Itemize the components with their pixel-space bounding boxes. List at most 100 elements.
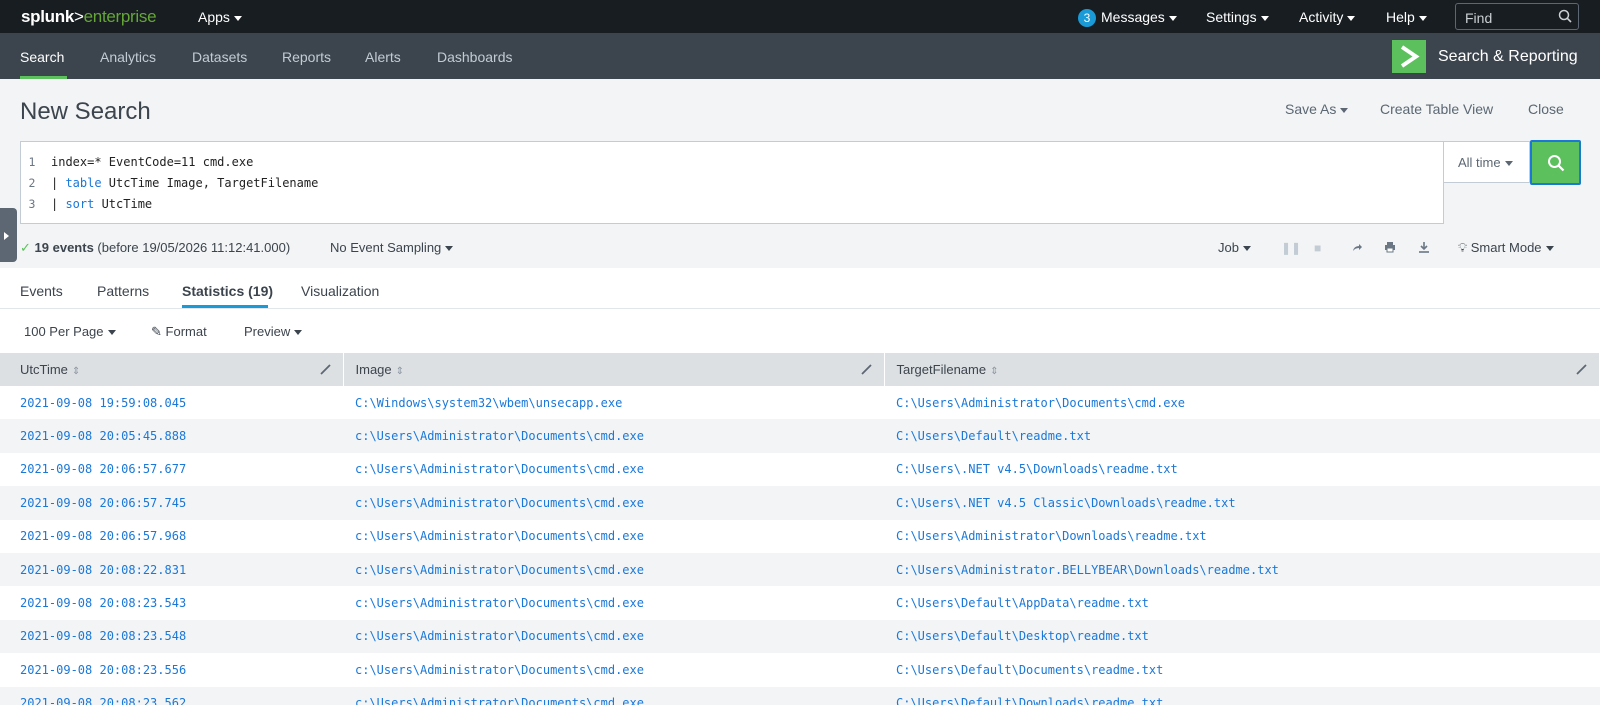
- search-button[interactable]: [1530, 140, 1581, 185]
- sort-icon[interactable]: ⇕: [990, 366, 998, 377]
- tab-visualization[interactable]: Visualization: [301, 283, 379, 299]
- column-header-targetfilename[interactable]: TargetFilename ⇕: [884, 353, 1600, 386]
- sort-icon[interactable]: ⇕: [396, 366, 404, 377]
- print-icon[interactable]: [1384, 241, 1396, 256]
- cell-image[interactable]: C:\Windows\system32\wbem\unsecapp.exe: [343, 386, 884, 419]
- nav-alerts[interactable]: Alerts: [365, 49, 401, 65]
- format-button[interactable]: ✎ Format: [151, 324, 207, 340]
- nav-datasets[interactable]: Datasets: [192, 49, 247, 65]
- cell-targetfilename[interactable]: C:\Users\Default\Desktop\readme.txt: [884, 619, 1600, 654]
- cell-image[interactable]: c:\Users\Administrator\Documents\cmd.exe: [343, 686, 884, 705]
- preview-dropdown[interactable]: Preview: [244, 324, 303, 339]
- splunk-logo[interactable]: splunk>enterprise: [21, 7, 157, 27]
- column-header-utctime[interactable]: UtcTime ⇕: [0, 353, 344, 386]
- cell-targetfilename[interactable]: C:\Users\.NET v4.5 Classic\Downloads\rea…: [884, 486, 1600, 520]
- stop-icon[interactable]: ■: [1314, 241, 1321, 255]
- messages-menu[interactable]: 3 Messages: [1078, 9, 1177, 28]
- event-count: 19 events: [34, 240, 94, 255]
- cell-utctime[interactable]: 2021-09-08 20:08:23.556: [0, 653, 343, 686]
- table-row: 2021-09-08 20:08:23.562 c:\Users\Administ…: [0, 686, 1600, 705]
- table-row: 2021-09-08 20:08:23.543 c:\Users\Administ…: [0, 586, 1600, 619]
- search-icon: [1558, 9, 1572, 28]
- cell-targetfilename[interactable]: C:\Users\Default\AppData\readme.txt: [884, 586, 1600, 619]
- nav-dashboards[interactable]: Dashboards: [437, 49, 513, 65]
- search-mode-dropdown[interactable]: 💡︎ Smart Mode: [1458, 240, 1554, 256]
- cell-targetfilename[interactable]: C:\Users\Administrator\Downloads\readme.…: [884, 520, 1600, 553]
- chevron-down-icon: [1260, 15, 1269, 21]
- cell-targetfilename[interactable]: C:\Users\Default\readme.txt: [884, 419, 1600, 453]
- search-query-editor[interactable]: 1 2 3 index=* EventCode=11 cmd.exe | tab…: [20, 141, 1444, 224]
- job-menu[interactable]: Job: [1218, 240, 1251, 255]
- query-text[interactable]: index=* EventCode=11 cmd.exe | table Utc…: [51, 152, 318, 215]
- sort-icon[interactable]: ⇕: [72, 366, 80, 377]
- nav-search[interactable]: Search: [20, 49, 64, 65]
- column-header-image[interactable]: Image ⇕: [343, 353, 885, 386]
- sidebar-toggle-handle[interactable]: [0, 208, 17, 262]
- cell-image[interactable]: c:\Users\Administrator\Documents\cmd.exe: [343, 552, 884, 587]
- cell-image[interactable]: c:\Users\Administrator\Documents\cmd.exe: [343, 586, 884, 619]
- table-row: 2021-09-08 20:06:57.745 c:\Users\Administ…: [0, 486, 1600, 520]
- cell-targetfilename[interactable]: C:\Users\.NET v4.5\Downloads\readme.txt: [884, 453, 1600, 486]
- search-icon: [1548, 155, 1565, 172]
- create-table-view-button[interactable]: Create Table View: [1380, 101, 1493, 117]
- cell-image[interactable]: c:\Users\Administrator\Documents\cmd.exe: [343, 653, 884, 686]
- time-range-picker[interactable]: All time: [1444, 141, 1530, 183]
- per-page-dropdown[interactable]: 100 Per Page: [24, 324, 116, 339]
- cell-targetfilename[interactable]: C:\Users\Administrator.BELLYBEAR\Downloa…: [884, 552, 1600, 587]
- close-button[interactable]: Close: [1528, 101, 1564, 117]
- apps-menu[interactable]: Apps: [198, 9, 242, 25]
- cell-utctime[interactable]: 2021-09-08 20:06:57.677: [0, 453, 343, 486]
- cell-targetfilename[interactable]: C:\Users\Default\Documents\readme.txt: [884, 653, 1600, 686]
- check-icon: ✓: [20, 240, 31, 255]
- export-icon[interactable]: [1418, 241, 1430, 256]
- search-time: (before 19/05/2026 11:12:41.000): [97, 240, 291, 255]
- cell-image[interactable]: c:\Users\Administrator\Documents\cmd.exe: [343, 486, 884, 520]
- chevron-down-icon: [1340, 107, 1349, 113]
- cell-utctime[interactable]: 2021-09-08 20:08:23.543: [0, 586, 343, 619]
- pencil-icon[interactable]: [319, 363, 331, 378]
- cell-targetfilename[interactable]: C:\Users\Default\Downloads\readme.txt: [884, 686, 1600, 705]
- chevron-down-icon: [1242, 246, 1251, 252]
- nav-reports[interactable]: Reports: [282, 49, 331, 65]
- cell-utctime[interactable]: 2021-09-08 20:05:45.888: [0, 419, 343, 453]
- cell-image[interactable]: c:\Users\Administrator\Documents\cmd.exe: [343, 419, 884, 453]
- top-bar: splunk>enterprise Apps 3 Messages Setting…: [0, 0, 1600, 33]
- cell-targetfilename[interactable]: C:\Users\Administrator\Documents\cmd.exe: [884, 386, 1600, 419]
- cell-image[interactable]: c:\Users\Administrator\Documents\cmd.exe: [343, 453, 884, 486]
- table-header-row: UtcTime ⇕ Image ⇕ TargetFilename ⇕: [0, 353, 1600, 386]
- pencil-icon[interactable]: [860, 363, 872, 378]
- pause-icon[interactable]: ❚❚: [1281, 241, 1301, 255]
- cell-utctime[interactable]: 2021-09-08 20:08:22.831: [0, 552, 343, 587]
- cell-image[interactable]: c:\Users\Administrator\Documents\cmd.exe: [343, 520, 884, 553]
- tab-events[interactable]: Events: [20, 283, 63, 299]
- cell-utctime[interactable]: 2021-09-08 20:06:57.968: [0, 520, 343, 553]
- settings-menu[interactable]: Settings: [1206, 9, 1269, 25]
- app-logo-icon[interactable]: [1392, 40, 1426, 73]
- share-icon[interactable]: [1351, 241, 1363, 256]
- pencil-icon: ✎: [151, 324, 162, 339]
- event-sampling-dropdown[interactable]: No Event Sampling: [330, 240, 454, 255]
- search-status: ✓ 19 events (before 19/05/2026 11:12:41.…: [20, 240, 290, 256]
- app-title[interactable]: Search & Reporting: [1438, 48, 1578, 66]
- line-numbers: 1 2 3: [28, 155, 36, 211]
- messages-count-badge: 3: [1078, 9, 1096, 28]
- cell-utctime[interactable]: 2021-09-08 20:06:57.745: [0, 486, 343, 520]
- help-menu[interactable]: Help: [1386, 9, 1427, 25]
- tabs-divider: [0, 308, 1600, 309]
- table-row: 2021-09-08 20:05:45.888 c:\Users\Administ…: [0, 419, 1600, 453]
- table-row: 2021-09-08 20:06:57.968 c:\Users\Administ…: [0, 520, 1600, 553]
- table-row: 2021-09-08 20:08:22.831 c:\Users\Administ…: [0, 552, 1600, 587]
- find-input[interactable]: Find: [1455, 3, 1579, 30]
- cell-utctime[interactable]: 2021-09-08 20:08:23.548: [0, 619, 343, 654]
- cell-utctime[interactable]: 2021-09-08 20:08:23.562: [0, 686, 343, 705]
- cell-utctime[interactable]: 2021-09-08 19:59:08.045: [0, 386, 343, 419]
- chevron-down-icon: [1347, 15, 1356, 21]
- save-as-button[interactable]: Save As: [1285, 101, 1349, 117]
- cell-image[interactable]: c:\Users\Administrator\Documents\cmd.exe: [343, 619, 884, 654]
- activity-menu[interactable]: Activity: [1299, 9, 1356, 25]
- pencil-icon[interactable]: [1576, 363, 1587, 378]
- tab-statistics[interactable]: Statistics (19): [182, 283, 273, 299]
- nav-analytics[interactable]: Analytics: [100, 49, 156, 65]
- tab-patterns[interactable]: Patterns: [97, 283, 149, 299]
- table-row: 2021-09-08 20:06:57.677 c:\Users\Administ…: [0, 453, 1600, 486]
